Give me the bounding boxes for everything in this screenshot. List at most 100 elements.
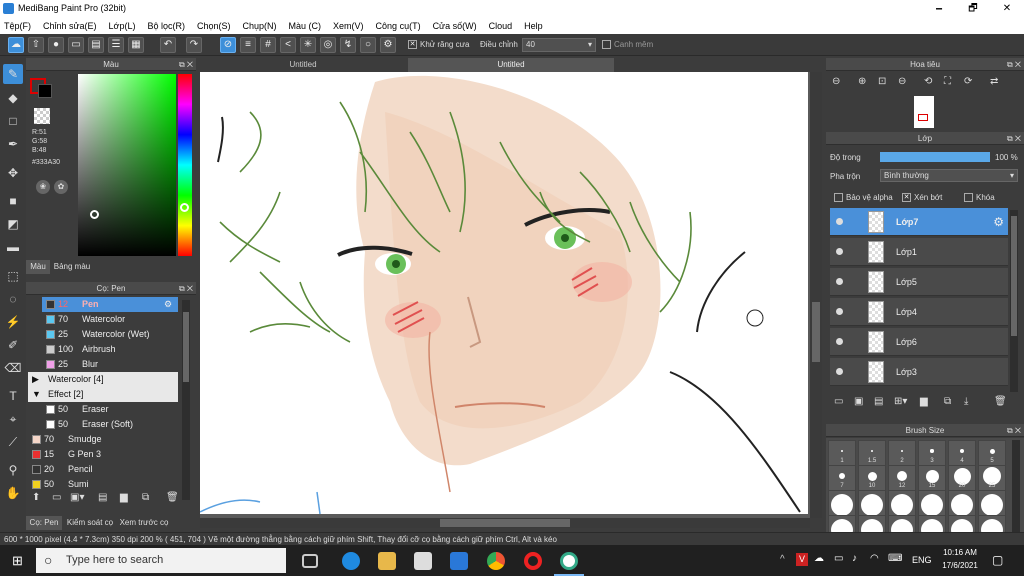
duplicate-icon[interactable]: ⧉: [142, 492, 149, 503]
reset-view-icon[interactable]: ⛶: [944, 76, 951, 87]
brush-item[interactable]: 100 Airbrush: [42, 342, 178, 357]
edge-icon[interactable]: [342, 552, 360, 570]
dropper-tool-icon[interactable]: ⟋: [3, 432, 23, 452]
medibang-taskbar-icon[interactable]: [560, 552, 578, 570]
duplicate-layer-icon[interactable]: ⧉: [944, 396, 951, 407]
clock-date[interactable]: 17/6/2021: [940, 561, 980, 570]
windows-start-icon[interactable]: ⊞: [12, 554, 26, 568]
tab-untitled-1[interactable]: Untitled: [200, 58, 406, 72]
brush-size-option[interactable]: 4: [948, 440, 976, 466]
hue-slider[interactable]: [178, 74, 192, 256]
brush-size-option[interactable]: 25: [978, 465, 1006, 491]
comment-icon[interactable]: ▭: [68, 37, 84, 53]
visibility-eye-icon[interactable]: [836, 218, 843, 225]
brush-settings-icon[interactable]: ▤: [98, 492, 107, 503]
close-icon[interactable]: ⧉ ✕: [179, 58, 193, 71]
menu-file[interactable]: Tệp(F): [4, 21, 31, 31]
gear-icon[interactable]: ⚙: [164, 297, 172, 312]
menu-tools[interactable]: Công cụ(T): [376, 21, 421, 31]
brush-size-option[interactable]: 1.5: [858, 440, 886, 466]
visibility-eye-icon[interactable]: [836, 278, 843, 285]
brush-item[interactable]: 50 Eraser: [42, 402, 178, 417]
close-button[interactable]: ✕: [990, 0, 1024, 17]
keyboard-icon[interactable]: ⌨: [888, 553, 902, 564]
protect-alpha-checkbox[interactable]: [834, 193, 843, 202]
magic-wand-tool-icon[interactable]: ⚡: [3, 312, 23, 332]
tab-brush-preview[interactable]: Xem trước cọ: [118, 516, 170, 530]
text-tool-icon[interactable]: T: [3, 386, 23, 406]
canvas-vertical-scrollbar[interactable]: [810, 72, 822, 518]
layer-row[interactable]: Lớp3: [830, 358, 1008, 386]
drawing-canvas[interactable]: [200, 72, 808, 514]
tab-untitled-2[interactable]: Untitled: [408, 58, 614, 72]
cloud-icon[interactable]: ☁: [8, 37, 24, 53]
layer-list-scrollbar[interactable]: [1010, 210, 1018, 392]
menu-snap[interactable]: Chụp(N): [243, 21, 277, 31]
list-icon[interactable]: ☰: [108, 37, 124, 53]
minimize-button[interactable]: 🗕: [922, 0, 956, 17]
new-8bit-layer-icon[interactable]: ▤: [874, 396, 883, 407]
close-icon[interactable]: ⧉ ✕: [1007, 424, 1021, 437]
grid-snap-icon[interactable]: #: [260, 37, 276, 53]
add-layer-menu-icon[interactable]: ⊞▾: [894, 396, 907, 407]
antialias-checkbox[interactable]: ✕: [408, 40, 417, 49]
brush-size-option[interactable]: [858, 490, 886, 516]
brush-size-option[interactable]: [978, 490, 1006, 516]
clock-time[interactable]: 10:16 AM: [942, 548, 978, 557]
rectangle-tool-icon[interactable]: □: [3, 111, 23, 131]
notifications-icon[interactable]: ▢: [992, 553, 1003, 567]
scroll-thumb[interactable]: [440, 519, 570, 527]
brush-group[interactable]: ▼ Effect [2]: [28, 387, 178, 402]
smooth-checkbox[interactable]: [602, 40, 611, 49]
mail-icon[interactable]: [414, 552, 432, 570]
fill-rect-tool-icon[interactable]: ■: [3, 191, 23, 211]
transform-tool-icon[interactable]: ⌖: [3, 409, 23, 429]
palette-add-icon[interactable]: ✿: [54, 180, 68, 194]
language-indicator[interactable]: ENG: [912, 555, 932, 565]
transparent-swatch[interactable]: [34, 108, 50, 124]
grid-icon[interactable]: ▦: [128, 37, 144, 53]
opacity-slider[interactable]: [880, 152, 990, 162]
file-explorer-icon[interactable]: [378, 552, 396, 570]
fit-icon[interactable]: ⊡: [878, 76, 886, 87]
trash-icon[interactable]: 🗑: [166, 492, 179, 503]
wifi-icon[interactable]: ◠: [870, 553, 879, 564]
move-tool-icon[interactable]: ✥: [3, 163, 23, 183]
tab-brush-control[interactable]: Kiểm soát cọ: [64, 516, 116, 530]
brush-size-option[interactable]: [828, 490, 856, 516]
chrome-icon[interactable]: [487, 552, 505, 570]
layer-row[interactable]: Lớp7 ⚙: [830, 208, 1008, 236]
folder-icon[interactable]: ▆: [920, 396, 928, 407]
scroll-thumb[interactable]: [183, 312, 189, 382]
bucket-tool-icon[interactable]: ◩: [3, 214, 23, 234]
brush-size-option[interactable]: [918, 490, 946, 516]
circle-snap-icon[interactable]: ◎: [320, 37, 336, 53]
menu-select[interactable]: Chọn(S): [197, 21, 231, 31]
curve-snap-icon[interactable]: ↯: [340, 37, 356, 53]
flip-icon[interactable]: ⇄: [990, 76, 998, 87]
undo-icon[interactable]: ↶: [160, 37, 176, 53]
brush-item[interactable]: 50 Eraser (Soft): [42, 417, 178, 432]
radial-snap-icon[interactable]: ✳: [300, 37, 316, 53]
gradient-tool-icon[interactable]: ▬: [3, 237, 23, 257]
zoom-in-icon[interactable]: ⊕: [858, 76, 866, 87]
brush-size-option[interactable]: 15: [918, 465, 946, 491]
brush-tool-icon[interactable]: ✎: [3, 64, 23, 84]
perspective-snap-icon[interactable]: <: [280, 37, 296, 53]
volume-icon[interactable]: ♪: [852, 553, 857, 564]
maximize-button[interactable]: 🗗: [956, 0, 990, 17]
brush-group[interactable]: ▶ Watercolor [4]: [28, 372, 178, 387]
brush-item[interactable]: 12 Pen ⚙: [42, 297, 178, 312]
select-eraser-tool-icon[interactable]: ⌫: [3, 358, 23, 378]
add-brush-icon[interactable]: ⬆: [32, 492, 40, 503]
parallel-snap-icon[interactable]: ≡: [240, 37, 256, 53]
palette-icon[interactable]: ❀: [36, 180, 50, 194]
brush-item[interactable]: 70 Smudge: [28, 432, 178, 447]
brush-item[interactable]: 20 Pencil: [28, 462, 178, 477]
new-layer-icon[interactable]: ▭: [834, 396, 843, 407]
brush-size-option[interactable]: 5: [978, 440, 1006, 466]
brush-size-option[interactable]: [888, 490, 916, 516]
scroll-thumb[interactable]: [812, 302, 820, 362]
brush-size-option[interactable]: 20: [948, 465, 976, 491]
visibility-eye-icon[interactable]: [836, 338, 843, 345]
